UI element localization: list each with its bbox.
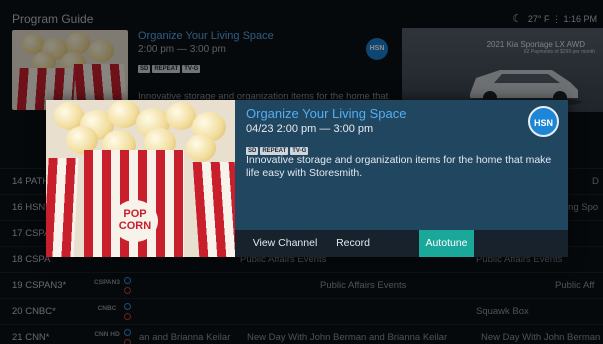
record-button[interactable]: Record bbox=[331, 230, 375, 257]
program-title: Organize Your Living Space bbox=[246, 106, 407, 121]
program-image: POP CORN bbox=[46, 100, 235, 257]
program-time: 04/23 2:00 pm — 3:00 pm bbox=[246, 123, 374, 135]
action-bar: View Channel Record Autotune bbox=[235, 230, 568, 257]
view-channel-button[interactable]: View Channel bbox=[243, 230, 327, 257]
program-description: Innovative storage and organization item… bbox=[246, 154, 552, 179]
popcorn-box-label: POP CORN bbox=[112, 200, 158, 242]
hsn-logo-icon: HSN bbox=[528, 106, 559, 137]
program-details-dialog: POP CORN Organize Your Living Space 04/2… bbox=[46, 100, 568, 257]
program-guide-screen: Program Guide ☾ 27° F ⋮ 1:16 PM Organize… bbox=[0, 0, 603, 344]
autotune-button[interactable]: Autotune bbox=[419, 230, 474, 257]
